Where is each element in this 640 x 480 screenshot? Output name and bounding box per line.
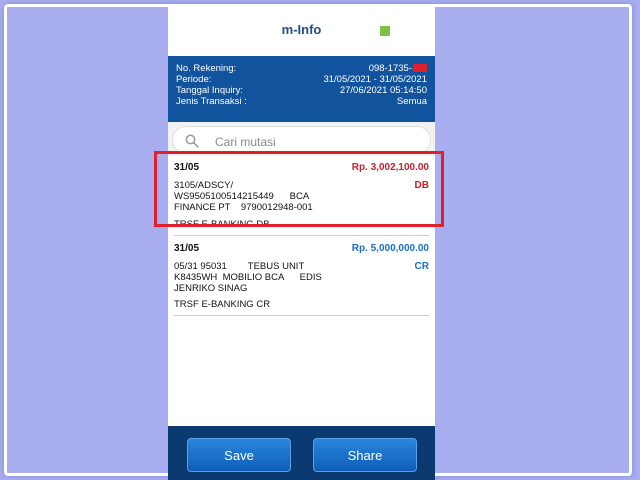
search-box[interactable] bbox=[172, 126, 431, 154]
highlight-annotation bbox=[154, 151, 444, 227]
search-input[interactable] bbox=[213, 131, 417, 153]
transaction-amount: Rp. 5,000,000.00 bbox=[351, 243, 429, 254]
info-row-period: Periode: 31/05/2021 - 31/05/2021 bbox=[176, 74, 427, 85]
info-row-inquiry-date: Tanggal Inquiry: 27/06/2021 05:14:50 bbox=[176, 85, 427, 96]
share-button[interactable]: Share bbox=[313, 438, 417, 472]
search-icon bbox=[185, 134, 199, 148]
divider bbox=[174, 235, 429, 236]
info-row-transaction-type: Jenis Transaksi : Semua bbox=[176, 96, 427, 107]
info-label: Tanggal Inquiry: bbox=[176, 85, 244, 96]
transaction-description: 05/31 95031 TEBUS UNIT K8435WH MOBILIO B… bbox=[174, 261, 322, 294]
info-label: Jenis Transaksi : bbox=[176, 96, 247, 107]
info-label: No. Rekening: bbox=[176, 63, 237, 74]
app-header: m-Info bbox=[168, 6, 435, 57]
redaction-mark bbox=[413, 64, 427, 72]
info-value: Semua bbox=[396, 96, 427, 107]
divider bbox=[174, 315, 429, 316]
account-number: 098-1735- bbox=[368, 63, 412, 74]
account-info-panel: No. Rekening: 098-1735- Periode: 31/05/2… bbox=[168, 56, 435, 122]
info-label: Periode: bbox=[176, 74, 212, 85]
status-indicator-icon bbox=[380, 26, 390, 36]
action-footer: Save Share bbox=[168, 426, 435, 480]
page-title: m-Info bbox=[281, 22, 322, 37]
transaction-date: 31/05 bbox=[174, 243, 200, 254]
transaction-kind: TRSF E-BANKING CR bbox=[174, 299, 271, 310]
info-value: 27/06/2021 05:14:50 bbox=[339, 85, 427, 96]
info-value: 31/05/2021 - 31/05/2021 bbox=[323, 74, 427, 85]
save-button[interactable]: Save bbox=[187, 438, 291, 472]
info-row-account: No. Rekening: 098-1735- bbox=[176, 63, 427, 74]
transaction-item[interactable]: 31/05 Rp. 5,000,000.00 CR 05/31 95031 TE… bbox=[168, 237, 435, 317]
phone-screen: m-Info No. Rekening: 098-1735- Periode: … bbox=[168, 6, 435, 480]
info-value: 098-1735- bbox=[369, 63, 427, 74]
transaction-type-badge: CR bbox=[414, 261, 429, 272]
